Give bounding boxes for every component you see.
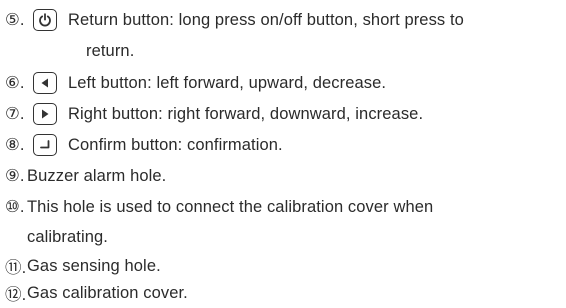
item-left-button: ⑥. Left button: left forward, upward, de… [5,68,386,98]
item-calibration-continuation: calibrating. [27,222,108,252]
left-arrow-icon [33,72,57,94]
item-number: ⑪. [5,259,27,277]
item-confirm-button: ⑧. Confirm button: confirmation. [5,130,283,160]
item-number: ⑧. [5,136,25,154]
item-return-continuation: return. [86,36,134,66]
item-gas-calibration-cover: ⑫. Gas calibration cover. [5,278,188,308]
item-calibration-hole: ⑩. This hole is used to connect the cali… [5,192,433,222]
item-text: Gas calibration cover. [27,283,188,302]
item-text-continuation: return. [86,41,135,60]
right-arrow-icon [33,103,57,125]
item-number: ⑥. [5,74,25,92]
item-number: ⑤. [5,11,25,29]
item-number: ⑩. [5,198,25,216]
item-gas-sensing-hole: ⑪. Gas sensing hole. [5,251,161,281]
item-text: Return button: long press on/off button,… [68,10,464,29]
item-text: Left button: left forward, upward, decre… [68,73,387,92]
item-text: Right button: right forward, downward, i… [68,104,424,123]
item-return-button: ⑤. Return button: long press on/off butt… [5,5,464,35]
item-text: This hole is used to connect the calibra… [27,197,434,216]
document-page: ⑤. Return button: long press on/off butt… [0,0,566,306]
item-text: Gas sensing hole. [27,256,161,275]
item-text: Confirm button: confirmation. [68,135,283,154]
item-text: Buzzer alarm hole. [27,166,167,185]
item-buzzer-hole: ⑨. Buzzer alarm hole. [5,161,166,191]
power-icon [33,9,57,31]
item-right-button: ⑦. Right button: right forward, downward… [5,99,423,129]
enter-icon [33,134,57,156]
item-text-continuation: calibrating. [27,227,108,246]
item-number: ⑫. [5,286,27,304]
item-number: ⑦. [5,105,25,123]
item-number: ⑨. [5,167,25,185]
